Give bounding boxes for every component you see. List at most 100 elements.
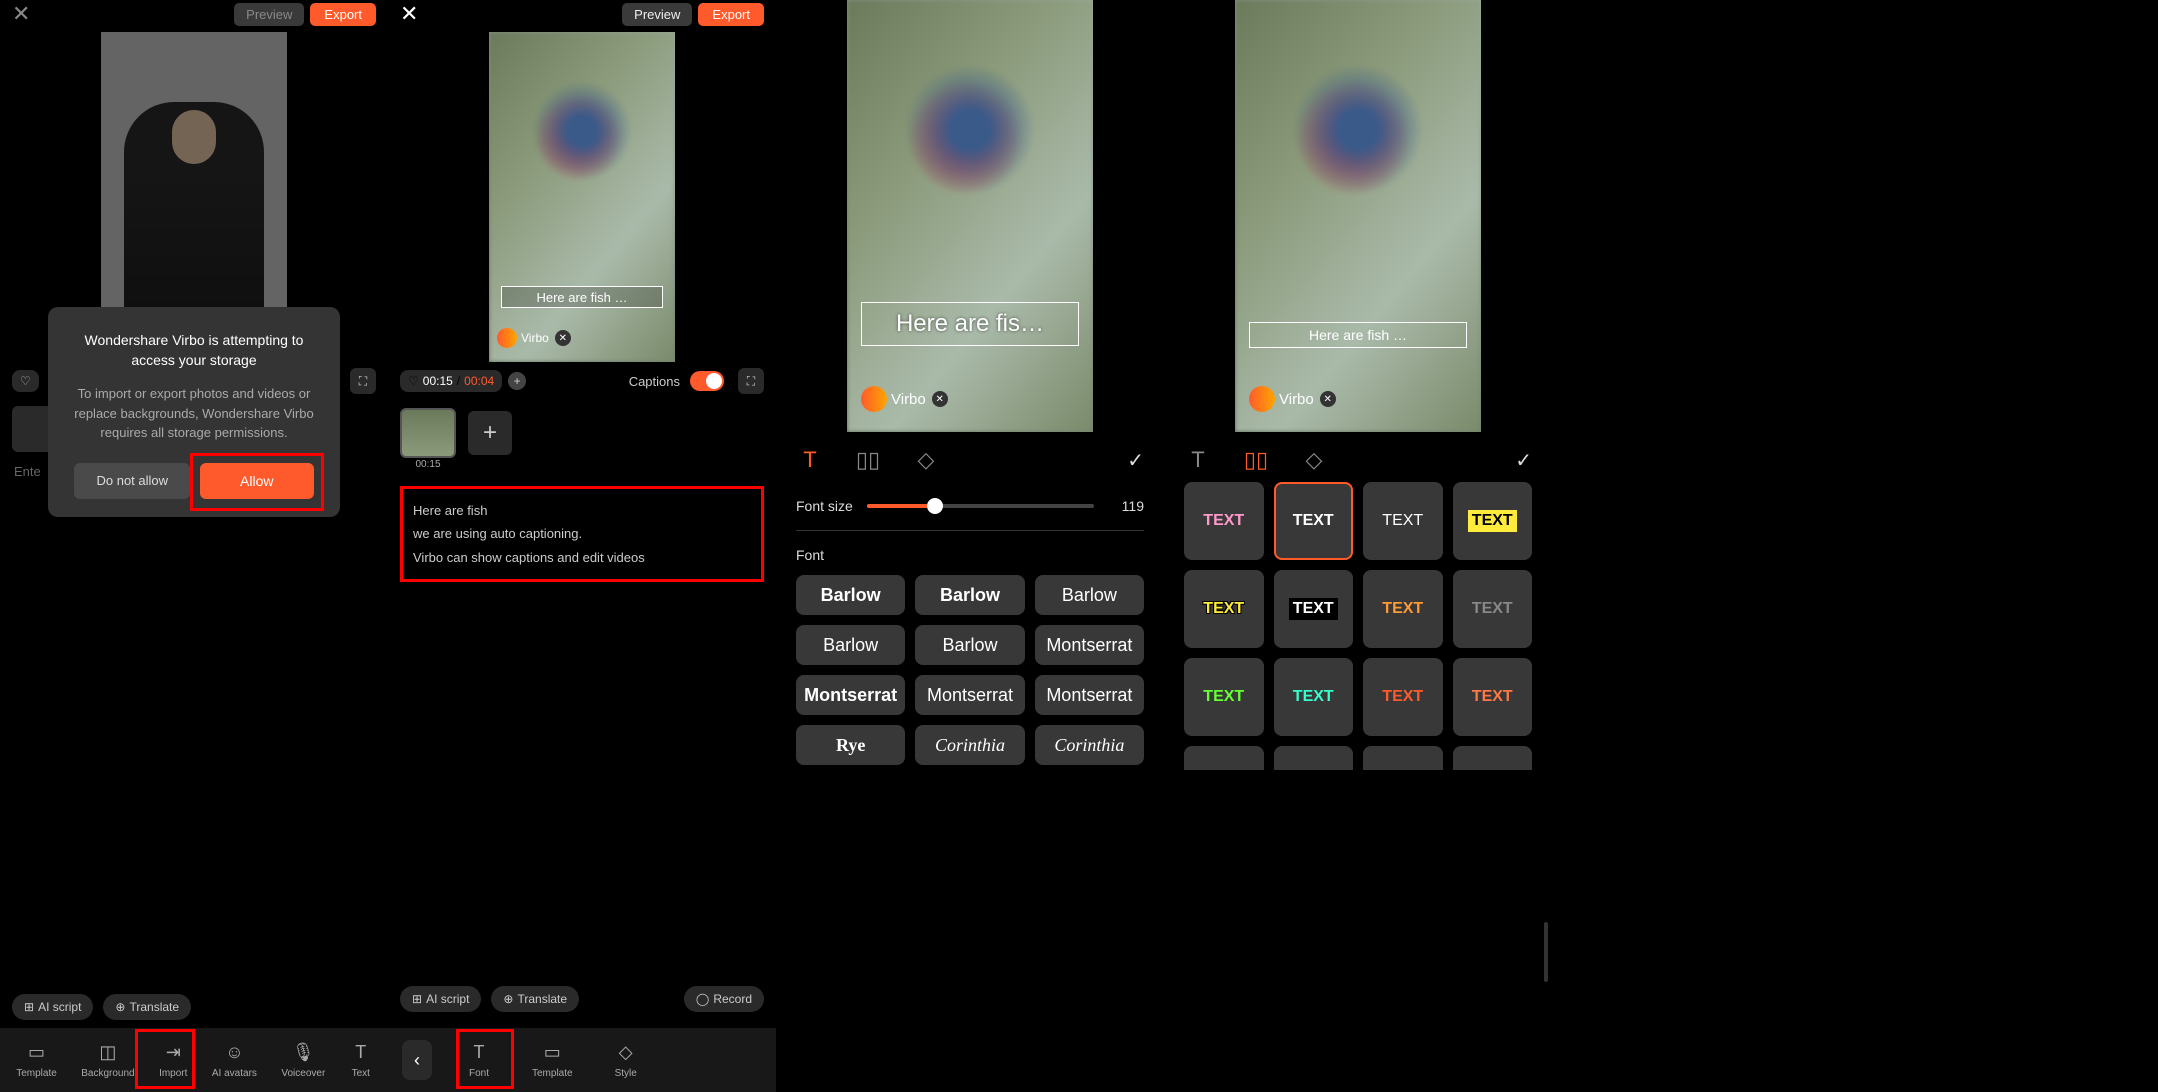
text-style-option[interactable]: TEXT bbox=[1274, 570, 1354, 648]
confirm-check-icon[interactable]: ✓ bbox=[1515, 448, 1532, 473]
scrollbar[interactable] bbox=[1544, 922, 1548, 982]
tab-style-icon[interactable]: ◇ bbox=[912, 446, 940, 474]
clip-thumb[interactable]: 00:15 bbox=[400, 408, 456, 458]
nav-text[interactable]: TText bbox=[344, 1038, 378, 1083]
text-style-option[interactable]: TEXT bbox=[1184, 570, 1264, 648]
add-time-icon[interactable]: + bbox=[508, 372, 526, 390]
font-option[interactable]: Barlow bbox=[1035, 575, 1144, 615]
text-style-option[interactable]: TEXT bbox=[1274, 658, 1354, 736]
font-section-label: Font bbox=[796, 547, 1144, 563]
confirm-check-icon[interactable]: ✓ bbox=[1127, 448, 1144, 473]
preview-button[interactable]: Preview bbox=[234, 3, 304, 26]
nav-template[interactable]: ▭Template bbox=[526, 1038, 579, 1083]
close-icon[interactable]: ✕ bbox=[12, 1, 30, 27]
font-option[interactable]: Barlow bbox=[915, 575, 1024, 615]
caption-overlay[interactable]: Here are fish … bbox=[1249, 322, 1467, 348]
tab-template-icon[interactable]: ▯▯ bbox=[1242, 446, 1270, 474]
watermark-close-icon[interactable]: ✕ bbox=[1320, 391, 1336, 407]
font-option[interactable]: Barlow bbox=[796, 575, 905, 615]
nav-avatars[interactable]: ☺AI avatars bbox=[206, 1038, 263, 1083]
panel-font-size: Here are fis… Virbo ✕ T ▯▯ ◇ ✓ Font size… bbox=[776, 0, 1164, 1092]
panel-caption-editor: ✕ Preview Export Here are fish … Virbo ✕… bbox=[388, 0, 776, 1092]
text-style-option[interactable]: TEXT bbox=[1453, 658, 1533, 736]
font-option[interactable]: Montserrat bbox=[915, 675, 1024, 715]
script-input-placeholder[interactable]: Ente bbox=[14, 464, 41, 479]
text-style-option[interactable]: TEXT bbox=[1184, 482, 1264, 560]
text-style-option[interactable]: TEXT bbox=[1363, 482, 1443, 560]
nav-font[interactable]: TFont bbox=[462, 1038, 496, 1083]
nav-style[interactable]: ◇Style bbox=[609, 1038, 643, 1083]
watermark: Virbo ✕ bbox=[1249, 386, 1336, 412]
nav-voiceover[interactable]: 🎙Voiceover bbox=[275, 1038, 331, 1083]
storage-permission-modal: Wondershare Virbo is attempting to acces… bbox=[48, 307, 340, 517]
font-option[interactable]: Montserrat bbox=[1035, 675, 1144, 715]
script-text-box[interactable]: Here are fish we are using auto captioni… bbox=[400, 486, 764, 582]
font-size-label: Font size bbox=[796, 498, 853, 514]
fullscreen-icon[interactable]: ⛶ bbox=[738, 368, 764, 394]
caption-overlay[interactable]: Here are fis… bbox=[861, 302, 1079, 346]
panel-text-style: Here are fish … Virbo ✕ T ▯▯ ◇ ✓ TEXTTEX… bbox=[1164, 0, 1552, 1092]
add-clip-button[interactable]: + bbox=[468, 411, 512, 455]
translate-pill[interactable]: ⊕Translate bbox=[103, 994, 191, 1020]
nav-background[interactable]: ◫Background bbox=[75, 1038, 140, 1083]
tab-template-icon[interactable]: ▯▯ bbox=[854, 446, 882, 474]
deny-button[interactable]: Do not allow bbox=[74, 463, 190, 499]
video-preview[interactable]: Here are fis… Virbo ✕ bbox=[847, 0, 1093, 432]
nav-import[interactable]: ⇥Import bbox=[153, 1038, 193, 1083]
font-option[interactable]: Rye bbox=[796, 725, 905, 765]
text-style-option[interactable]: TEXT bbox=[1453, 482, 1533, 560]
virbo-logo-icon bbox=[497, 328, 517, 348]
export-button[interactable]: Export bbox=[310, 3, 376, 26]
modal-body: To import or export photos and videos or… bbox=[66, 384, 322, 443]
export-button[interactable]: Export bbox=[698, 3, 764, 26]
tab-text-icon[interactable]: T bbox=[1184, 446, 1212, 474]
preview-button[interactable]: Preview bbox=[622, 3, 692, 26]
time-chip: ♡ 00:15/00:04 bbox=[400, 370, 502, 392]
watermark-close-icon[interactable]: ✕ bbox=[555, 330, 571, 346]
text-style-option[interactable]: TEXT bbox=[1274, 746, 1354, 770]
text-style-option[interactable]: TEXT bbox=[1453, 746, 1533, 770]
tab-text-icon[interactable]: T bbox=[796, 446, 824, 474]
video-preview[interactable]: Here are fish … Virbo ✕ bbox=[1235, 0, 1481, 432]
font-option[interactable]: Corinthia bbox=[915, 725, 1024, 765]
text-style-grid: TEXTTEXTTEXTTEXTTEXTTEXTTEXTTEXTTEXTTEXT… bbox=[1184, 474, 1532, 770]
bottom-nav: ▭Template ◫Background ⇥Import ☺AI avatar… bbox=[0, 1028, 388, 1092]
top-bar: ✕ Preview Export bbox=[0, 0, 388, 28]
captions-toggle[interactable] bbox=[690, 371, 724, 391]
panel-permission-dialog: ✕ Preview Export ♡ ⛶ Ente Wondershare Vi… bbox=[0, 0, 388, 1092]
tab-style-icon[interactable]: ◇ bbox=[1300, 446, 1328, 474]
font-size-slider[interactable] bbox=[867, 504, 1094, 508]
font-option[interactable]: Barlow bbox=[915, 625, 1024, 665]
back-button[interactable]: ‹ bbox=[402, 1040, 432, 1080]
caption-overlay[interactable]: Here are fish … bbox=[501, 286, 663, 308]
text-style-option[interactable]: TEXT bbox=[1363, 570, 1443, 648]
close-icon[interactable]: ✕ bbox=[400, 1, 418, 27]
text-style-option[interactable]: TEXT bbox=[1363, 746, 1443, 770]
watermark: Virbo ✕ bbox=[497, 328, 571, 348]
modal-title: Wondershare Virbo is attempting to acces… bbox=[66, 331, 322, 370]
text-style-option[interactable]: TEXT bbox=[1363, 658, 1443, 736]
font-size-value: 119 bbox=[1108, 498, 1144, 514]
translate-pill[interactable]: ⊕Translate bbox=[491, 986, 579, 1012]
font-option[interactable]: Montserrat bbox=[796, 675, 905, 715]
favorite-chip[interactable]: ♡ bbox=[12, 370, 39, 392]
text-style-option[interactable]: TEXT bbox=[1274, 482, 1354, 560]
text-style-option[interactable]: TEXT bbox=[1453, 570, 1533, 648]
record-pill[interactable]: ◯Record bbox=[684, 986, 764, 1012]
nav-template[interactable]: ▭Template bbox=[10, 1038, 63, 1083]
captions-label: Captions bbox=[629, 374, 680, 389]
virbo-logo-icon bbox=[1249, 386, 1275, 412]
virbo-logo-icon bbox=[861, 386, 887, 412]
font-option[interactable]: Montserrat bbox=[1035, 625, 1144, 665]
watermark-close-icon[interactable]: ✕ bbox=[932, 391, 948, 407]
fullscreen-icon[interactable]: ⛶ bbox=[350, 368, 376, 394]
text-style-option[interactable]: TEXT bbox=[1184, 658, 1264, 736]
font-option[interactable]: Corinthia bbox=[1035, 725, 1144, 765]
font-option[interactable]: Barlow bbox=[796, 625, 905, 665]
allow-button[interactable]: Allow bbox=[200, 463, 313, 499]
ai-script-pill[interactable]: ⊞AI script bbox=[400, 986, 481, 1012]
watermark: Virbo ✕ bbox=[861, 386, 948, 412]
video-preview[interactable]: Here are fish … Virbo ✕ bbox=[489, 32, 675, 362]
text-style-option[interactable]: TEXT bbox=[1184, 746, 1264, 770]
ai-script-pill[interactable]: ⊞AI script bbox=[12, 994, 93, 1020]
